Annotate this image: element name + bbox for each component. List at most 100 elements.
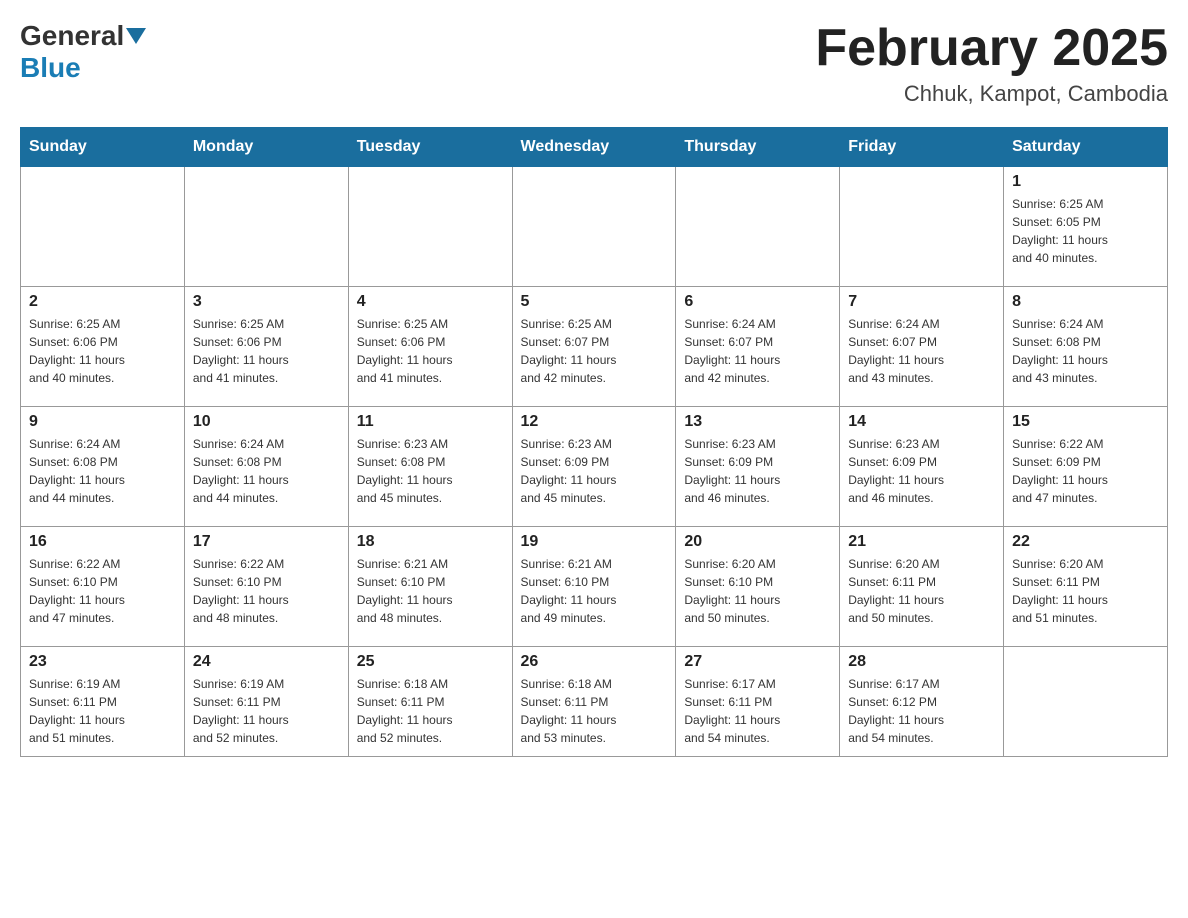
- table-row: 18 Sunrise: 6:21 AM Sunset: 6:10 PM Dayli…: [348, 527, 512, 647]
- day-info-21: Sunrise: 6:20 AM Sunset: 6:11 PM Dayligh…: [848, 555, 995, 627]
- table-row: [184, 167, 348, 287]
- day-number-26: 26: [521, 653, 668, 671]
- table-row: [512, 167, 676, 287]
- day-info-1: Sunrise: 6:25 AM Sunset: 6:05 PM Dayligh…: [1012, 195, 1159, 267]
- day-number-21: 21: [848, 533, 995, 551]
- weekday-header-saturday: Saturday: [1004, 128, 1168, 167]
- day-info-6: Sunrise: 6:24 AM Sunset: 6:07 PM Dayligh…: [684, 315, 831, 387]
- day-number-4: 4: [357, 293, 504, 311]
- day-info-13: Sunrise: 6:23 AM Sunset: 6:09 PM Dayligh…: [684, 435, 831, 507]
- day-number-18: 18: [357, 533, 504, 551]
- logo-blue: Blue: [20, 52, 81, 84]
- table-row: 9 Sunrise: 6:24 AM Sunset: 6:08 PM Daylig…: [21, 407, 185, 527]
- table-row: 16 Sunrise: 6:22 AM Sunset: 6:10 PM Dayli…: [21, 527, 185, 647]
- day-info-7: Sunrise: 6:24 AM Sunset: 6:07 PM Dayligh…: [848, 315, 995, 387]
- day-number-24: 24: [193, 653, 340, 671]
- day-number-28: 28: [848, 653, 995, 671]
- logo: General Blue: [20, 20, 148, 84]
- day-info-4: Sunrise: 6:25 AM Sunset: 6:06 PM Dayligh…: [357, 315, 504, 387]
- day-number-14: 14: [848, 413, 995, 431]
- day-number-3: 3: [193, 293, 340, 311]
- day-info-2: Sunrise: 6:25 AM Sunset: 6:06 PM Dayligh…: [29, 315, 176, 387]
- day-info-17: Sunrise: 6:22 AM Sunset: 6:10 PM Dayligh…: [193, 555, 340, 627]
- table-row: 11 Sunrise: 6:23 AM Sunset: 6:08 PM Dayli…: [348, 407, 512, 527]
- table-row: 12 Sunrise: 6:23 AM Sunset: 6:09 PM Dayli…: [512, 407, 676, 527]
- day-info-18: Sunrise: 6:21 AM Sunset: 6:10 PM Dayligh…: [357, 555, 504, 627]
- table-row: [348, 167, 512, 287]
- day-number-27: 27: [684, 653, 831, 671]
- day-number-5: 5: [521, 293, 668, 311]
- day-info-24: Sunrise: 6:19 AM Sunset: 6:11 PM Dayligh…: [193, 675, 340, 747]
- weekday-header-tuesday: Tuesday: [348, 128, 512, 167]
- day-info-14: Sunrise: 6:23 AM Sunset: 6:09 PM Dayligh…: [848, 435, 995, 507]
- calendar-body: 1 Sunrise: 6:25 AM Sunset: 6:05 PM Daylig…: [21, 167, 1168, 757]
- table-row: 8Sunrise: 6:24 AM Sunset: 6:08 PM Daylig…: [1004, 287, 1168, 407]
- table-row: 7 Sunrise: 6:24 AM Sunset: 6:07 PM Daylig…: [840, 287, 1004, 407]
- table-row: 14 Sunrise: 6:23 AM Sunset: 6:09 PM Dayli…: [840, 407, 1004, 527]
- table-row: [676, 167, 840, 287]
- logo-arrow-icon: [126, 28, 146, 44]
- day-info-11: Sunrise: 6:23 AM Sunset: 6:08 PM Dayligh…: [357, 435, 504, 507]
- weekday-header-friday: Friday: [840, 128, 1004, 167]
- logo-general: General: [20, 20, 124, 52]
- weekday-header-thursday: Thursday: [676, 128, 840, 167]
- day-number-6: 6: [684, 293, 831, 311]
- day-info-23: Sunrise: 6:19 AM Sunset: 6:11 PM Dayligh…: [29, 675, 176, 747]
- table-row: 21 Sunrise: 6:20 AM Sunset: 6:11 PM Dayli…: [840, 527, 1004, 647]
- table-row: [840, 167, 1004, 287]
- logo-text: General: [20, 20, 148, 52]
- day-info-15: Sunrise: 6:22 AM Sunset: 6:09 PM Dayligh…: [1012, 435, 1159, 507]
- day-number-13: 13: [684, 413, 831, 431]
- table-row: 22 Sunrise: 6:20 AM Sunset: 6:11 PM Dayli…: [1004, 527, 1168, 647]
- page-header: General Blue February 2025 Chhuk, Kampot…: [20, 20, 1168, 107]
- day-number-20: 20: [684, 533, 831, 551]
- table-row: 4 Sunrise: 6:25 AM Sunset: 6:06 PM Daylig…: [348, 287, 512, 407]
- day-number-1: 1: [1012, 173, 1159, 191]
- day-number-16: 16: [29, 533, 176, 551]
- table-row: 6 Sunrise: 6:24 AM Sunset: 6:07 PM Daylig…: [676, 287, 840, 407]
- day-number-12: 12: [521, 413, 668, 431]
- table-row: [1004, 647, 1168, 757]
- day-info-19: Sunrise: 6:21 AM Sunset: 6:10 PM Dayligh…: [521, 555, 668, 627]
- day-number-11: 11: [357, 413, 504, 431]
- table-row: 17 Sunrise: 6:22 AM Sunset: 6:10 PM Dayli…: [184, 527, 348, 647]
- day-info-25: Sunrise: 6:18 AM Sunset: 6:11 PM Dayligh…: [357, 675, 504, 747]
- weekday-header-monday: Monday: [184, 128, 348, 167]
- day-info-10: Sunrise: 6:24 AM Sunset: 6:08 PM Dayligh…: [193, 435, 340, 507]
- location: Chhuk, Kampot, Cambodia: [815, 81, 1168, 107]
- table-row: 27 Sunrise: 6:17 AM Sunset: 6:11 PM Dayli…: [676, 647, 840, 757]
- day-info-16: Sunrise: 6:22 AM Sunset: 6:10 PM Dayligh…: [29, 555, 176, 627]
- table-row: 13 Sunrise: 6:23 AM Sunset: 6:09 PM Dayli…: [676, 407, 840, 527]
- calendar-week-4: 16 Sunrise: 6:22 AM Sunset: 6:10 PM Dayli…: [21, 527, 1168, 647]
- day-info-26: Sunrise: 6:18 AM Sunset: 6:11 PM Dayligh…: [521, 675, 668, 747]
- table-row: 3 Sunrise: 6:25 AM Sunset: 6:06 PM Daylig…: [184, 287, 348, 407]
- day-info-20: Sunrise: 6:20 AM Sunset: 6:10 PM Dayligh…: [684, 555, 831, 627]
- table-row: 2 Sunrise: 6:25 AM Sunset: 6:06 PM Daylig…: [21, 287, 185, 407]
- day-info-9: Sunrise: 6:24 AM Sunset: 6:08 PM Dayligh…: [29, 435, 176, 507]
- table-row: 5 Sunrise: 6:25 AM Sunset: 6:07 PM Daylig…: [512, 287, 676, 407]
- day-info-27: Sunrise: 6:17 AM Sunset: 6:11 PM Dayligh…: [684, 675, 831, 747]
- calendar-header: SundayMondayTuesdayWednesdayThursdayFrid…: [21, 128, 1168, 167]
- day-info-8: Sunrise: 6:24 AM Sunset: 6:08 PM Dayligh…: [1012, 315, 1159, 387]
- table-row: 23Sunrise: 6:19 AM Sunset: 6:11 PM Dayli…: [21, 647, 185, 757]
- table-row: 20 Sunrise: 6:20 AM Sunset: 6:10 PM Dayli…: [676, 527, 840, 647]
- day-info-5: Sunrise: 6:25 AM Sunset: 6:07 PM Dayligh…: [521, 315, 668, 387]
- table-row: [21, 167, 185, 287]
- day-number-19: 19: [521, 533, 668, 551]
- table-row: 10 Sunrise: 6:24 AM Sunset: 6:08 PM Dayli…: [184, 407, 348, 527]
- day-number-22: 22: [1012, 533, 1159, 551]
- day-info-3: Sunrise: 6:25 AM Sunset: 6:06 PM Dayligh…: [193, 315, 340, 387]
- calendar-week-3: 9 Sunrise: 6:24 AM Sunset: 6:08 PM Daylig…: [21, 407, 1168, 527]
- day-number-7: 7: [848, 293, 995, 311]
- calendar-week-1: 1 Sunrise: 6:25 AM Sunset: 6:05 PM Daylig…: [21, 167, 1168, 287]
- day-info-12: Sunrise: 6:23 AM Sunset: 6:09 PM Dayligh…: [521, 435, 668, 507]
- day-info-22: Sunrise: 6:20 AM Sunset: 6:11 PM Dayligh…: [1012, 555, 1159, 627]
- calendar-week-5: 23Sunrise: 6:19 AM Sunset: 6:11 PM Dayli…: [21, 647, 1168, 757]
- day-number-10: 10: [193, 413, 340, 431]
- day-number-17: 17: [193, 533, 340, 551]
- day-number-2: 2: [29, 293, 176, 311]
- day-number-9: 9: [29, 413, 176, 431]
- day-number-15: 15: [1012, 413, 1159, 431]
- table-row: 1 Sunrise: 6:25 AM Sunset: 6:05 PM Daylig…: [1004, 167, 1168, 287]
- day-info-28: Sunrise: 6:17 AM Sunset: 6:12 PM Dayligh…: [848, 675, 995, 747]
